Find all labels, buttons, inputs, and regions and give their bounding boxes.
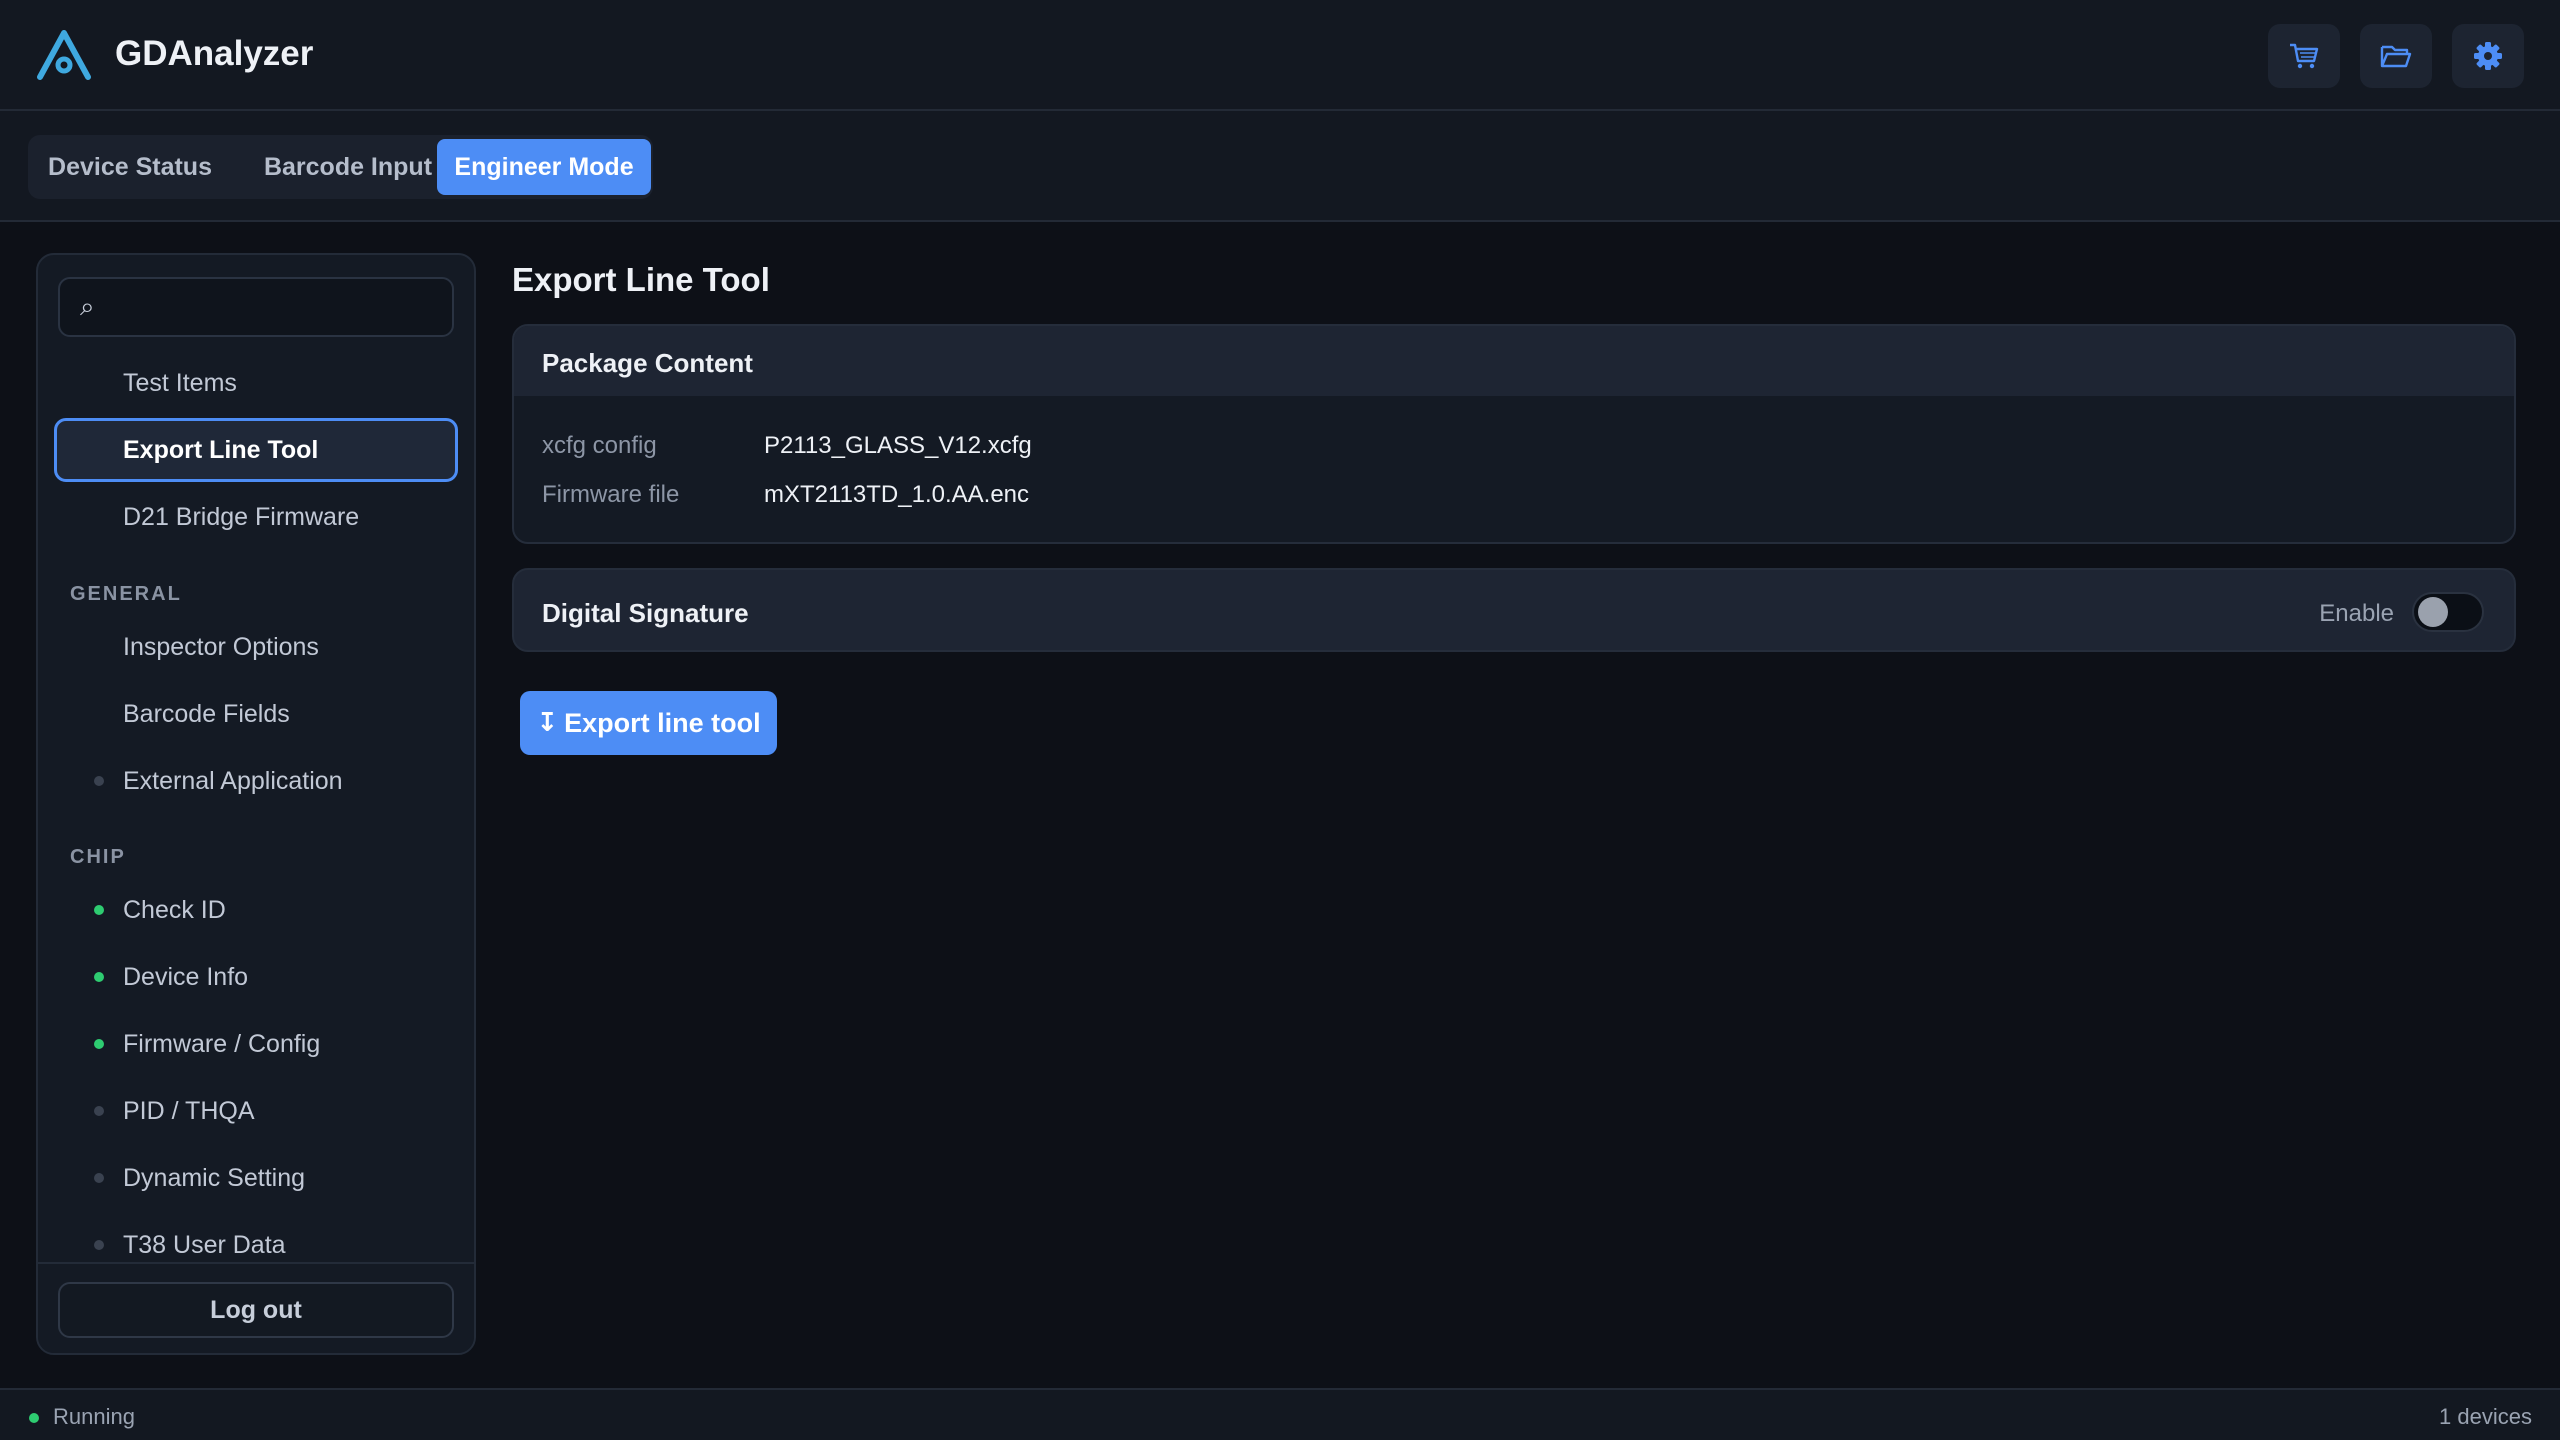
app-header: GDAnalyzer	[0, 0, 2560, 111]
section-label-general: GENERAL	[70, 583, 182, 605]
sidebar-item-test-items[interactable]: Test Items	[54, 351, 458, 415]
sidebar-item-label: Device Info	[123, 963, 249, 991]
page-title: Export Line Tool	[512, 261, 770, 298]
section-label-chip: CHIP	[70, 846, 126, 868]
card-title: Package Content	[542, 348, 753, 378]
tab-bar: Device Status Barcode Input Engineer Mod…	[0, 111, 2560, 222]
logout-button[interactable]: Log out	[58, 1282, 454, 1338]
status-dot-ok	[94, 905, 104, 915]
sidebar-item-label: Dynamic Setting	[123, 1164, 306, 1192]
sidebar-footer: Log out	[38, 1262, 474, 1353]
sidebar-item-label: Barcode Fields	[123, 700, 290, 728]
status-dot-running	[29, 1413, 39, 1423]
signature-toggle[interactable]	[2412, 592, 2484, 632]
enable-label: Enable	[2319, 600, 2394, 627]
card-title: Digital Signature	[542, 598, 749, 628]
sidebar-item-label: Check ID	[123, 896, 226, 924]
sidebar-item-label: Inspector Options	[123, 633, 319, 661]
status-text: Running	[53, 1404, 135, 1429]
export-line-tool-button[interactable]: ↧ Export line tool	[520, 691, 777, 755]
status-bar: Running 1 devices	[0, 1388, 2560, 1440]
download-arrow-icon: ↧	[536, 708, 559, 738]
status-dot-inactive	[94, 1106, 104, 1116]
status-dot-ok	[94, 972, 104, 982]
card-header: Package Content	[514, 326, 2514, 396]
sidebar-item-label: D21 Bridge Firmware	[123, 503, 360, 531]
status-dot-inactive	[94, 1240, 104, 1250]
sidebar-item-external-application[interactable]: External Application	[54, 749, 458, 813]
sidebar: ⌕ Test Items Export Line Tool D21 Bridge…	[36, 253, 476, 1355]
toggle-knob	[2418, 597, 2448, 627]
sidebar-item-pid-thqa[interactable]: PID / THQA	[54, 1079, 458, 1143]
firmware-file-label: Firmware file	[542, 481, 680, 508]
device-count: 1 devices	[2439, 1404, 2532, 1429]
tab-group: Device Status Barcode Input Engineer Mod…	[28, 135, 653, 199]
status-dot-inactive	[94, 776, 104, 786]
tab-barcode-input[interactable]: Barcode Input	[232, 139, 464, 195]
gear-icon	[2474, 42, 2502, 70]
sidebar-item-device-info[interactable]: Device Info	[54, 945, 458, 1009]
tab-engineer-mode[interactable]: Engineer Mode	[437, 139, 651, 195]
sidebar-item-label: Export Line Tool	[123, 436, 319, 464]
sidebar-item-label: PID / THQA	[123, 1097, 255, 1125]
sidebar-item-barcode-fields[interactable]: Barcode Fields	[54, 682, 458, 746]
xcfg-config-label: xcfg config	[542, 432, 657, 459]
status-dot-ok	[94, 1039, 104, 1049]
sidebar-item-d21-bridge-firmware[interactable]: D21 Bridge Firmware	[54, 485, 458, 549]
open-folder-button[interactable]	[2360, 24, 2432, 88]
folder-open-icon	[2380, 45, 2412, 68]
search-box[interactable]: ⌕	[58, 277, 454, 337]
sidebar-item-check-id[interactable]: Check ID	[54, 878, 458, 942]
sidebar-item-inspector-options[interactable]: Inspector Options	[54, 615, 458, 679]
sidebar-item-firmware-config[interactable]: Firmware / Config	[54, 1012, 458, 1076]
settings-button[interactable]	[2452, 24, 2524, 88]
search-icon: ⌕	[80, 292, 95, 322]
export-button-label: Export line tool	[564, 707, 761, 738]
firmware-file-value: mXT2113TD_1.0.AA.enc	[764, 481, 1030, 508]
cart-button[interactable]	[2268, 24, 2340, 88]
digital-signature-card: Digital Signature Enable	[512, 568, 2516, 652]
search-input[interactable]	[112, 287, 442, 327]
package-content-card: Package Content xcfg config P2113_GLASS_…	[512, 324, 2516, 544]
triangle-logo-icon	[37, 30, 91, 80]
sidebar-item-label: Firmware / Config	[123, 1030, 321, 1058]
sidebar-item-export-line-tool[interactable]: Export Line Tool	[54, 418, 458, 482]
tab-device-status[interactable]: Device Status	[32, 139, 228, 195]
status-dot-inactive	[94, 1173, 104, 1183]
sidebar-item-dynamic-setting[interactable]: Dynamic Setting	[54, 1146, 458, 1210]
sidebar-item-label: Test Items	[123, 369, 237, 397]
app-title: GDAnalyzer	[115, 34, 314, 73]
sidebar-item-label: External Application	[123, 767, 343, 795]
xcfg-config-value: P2113_GLASS_V12.xcfg	[764, 432, 1032, 459]
sidebar-item-label: T38 User Data	[123, 1231, 286, 1259]
cart-icon	[2290, 43, 2319, 69]
